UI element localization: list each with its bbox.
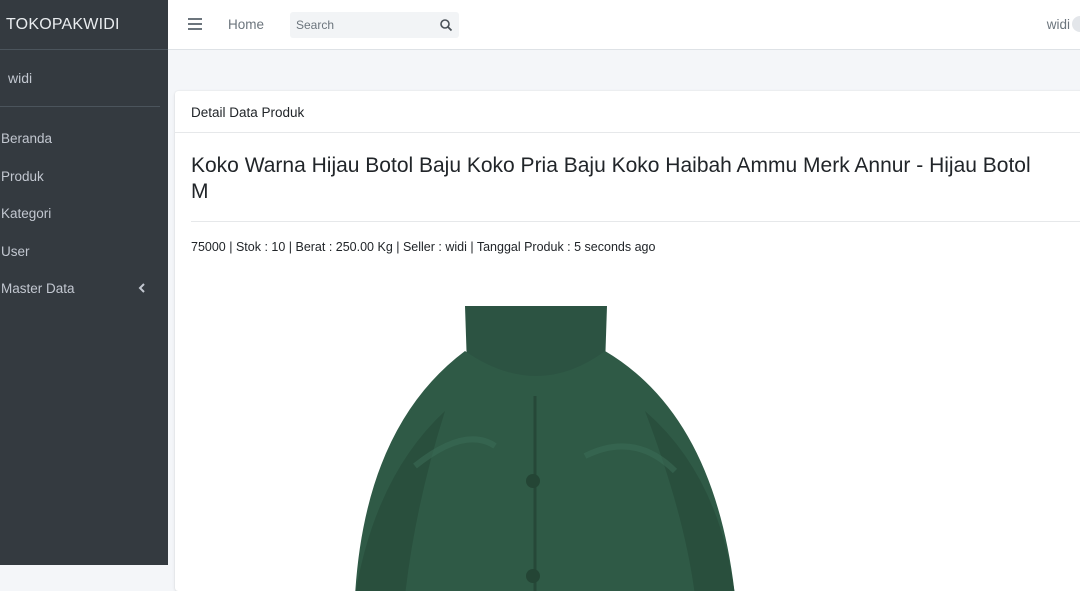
sidebar-item-produk[interactable]: Produk [0, 158, 160, 196]
chevron-left-icon [138, 283, 145, 293]
top-user-menu[interactable]: widi [1047, 17, 1070, 32]
search-box[interactable]: Search [290, 12, 459, 38]
sidebar-item-beranda[interactable]: Beranda [0, 120, 160, 158]
sidebar-item-label: Master Data [1, 281, 75, 297]
product-meta: 75000 | Stok : 10 | Berat : 250.00 Kg | … [191, 240, 656, 254]
product-image [355, 306, 735, 591]
product-title-continuation: M [191, 180, 209, 203]
sidebar-item-master-data[interactable]: Master Data [0, 270, 160, 308]
sidebar-item-label: Beranda [1, 131, 53, 147]
product-detail-card: Detail Data Produk Koko Warna Hijau Boto… [175, 91, 1080, 591]
sidebar-item-user[interactable]: User [0, 233, 160, 271]
card-title: Detail Data Produk [191, 105, 305, 120]
sidebar-nav: Beranda Produk Kategori User Master Data [0, 120, 160, 308]
brand-logo[interactable]: TOKOPAKWIDI [0, 0, 168, 50]
search-icon[interactable] [439, 18, 453, 32]
sidebar-item-label: User [1, 243, 30, 259]
product-title: Koko Warna Hijau Botol Baju Koko Pria Ba… [191, 154, 1031, 177]
divider [191, 221, 1080, 222]
sidebar-item-kategori[interactable]: Kategori [0, 195, 160, 233]
avatar[interactable] [1072, 16, 1080, 32]
hamburger-menu-icon[interactable] [188, 18, 202, 30]
top-navbar: Home Search widi [168, 0, 1080, 50]
sidebar-item-label: Kategori [1, 206, 52, 222]
sidebar-item-label: Produk [1, 168, 44, 184]
search-input[interactable]: Search [296, 18, 334, 32]
user-panel: widi [0, 50, 160, 107]
sidebar: TOKOPAKWIDI widi Beranda Produk Kategori… [0, 0, 168, 565]
nav-home-link[interactable]: Home [228, 17, 264, 32]
card-header: Detail Data Produk [175, 91, 1080, 133]
sidebar-user-name[interactable]: widi [8, 70, 32, 86]
